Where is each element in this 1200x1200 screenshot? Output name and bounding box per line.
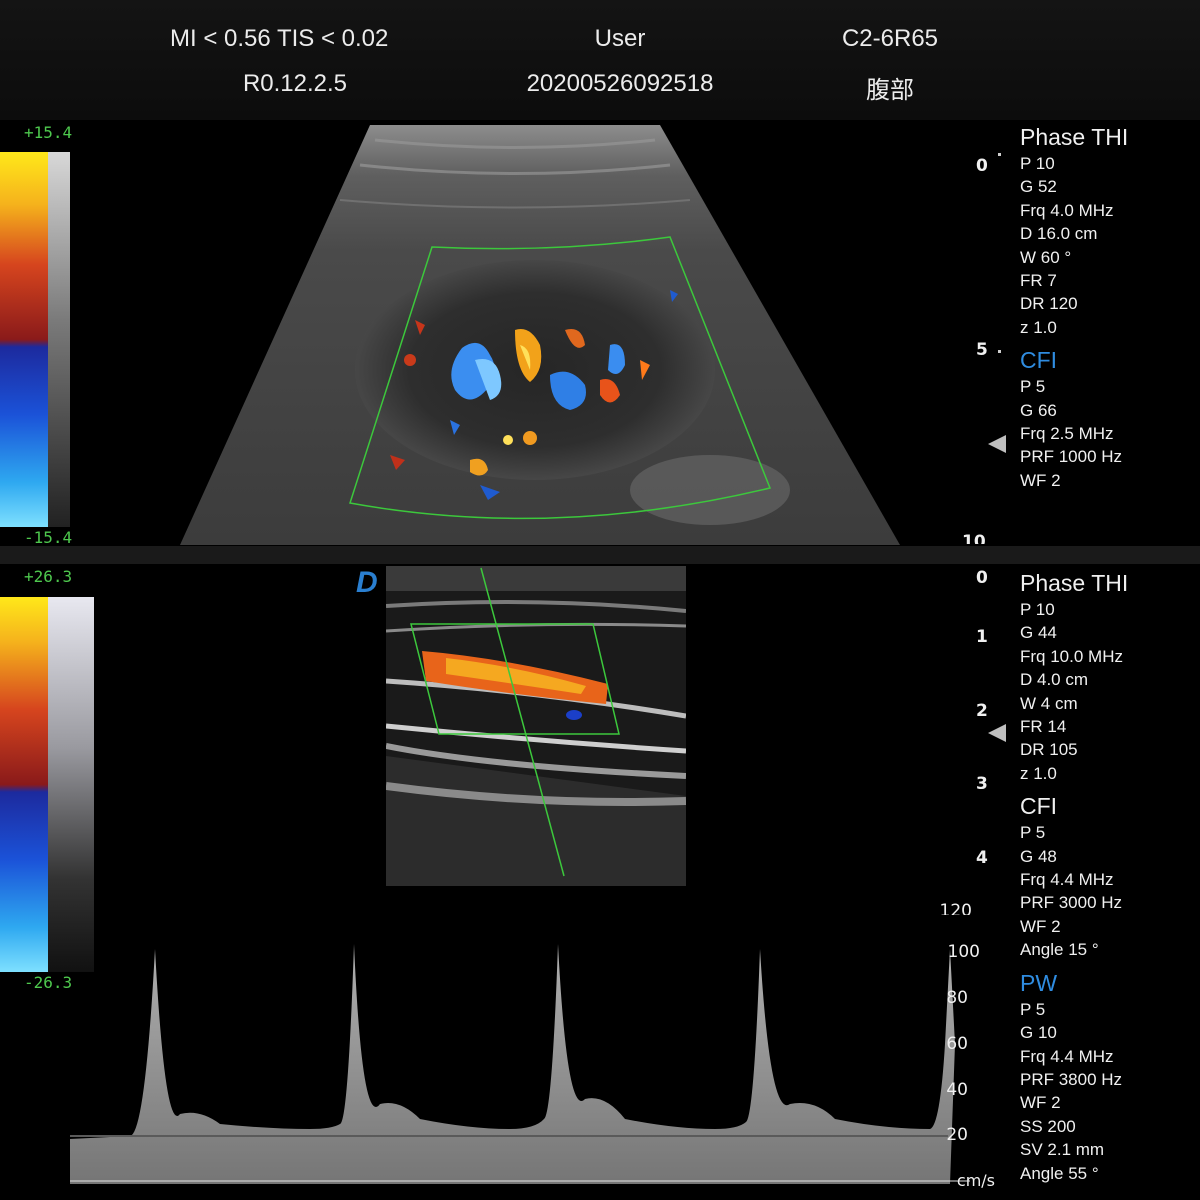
cfi-param-power: P 5 [1020,823,1046,843]
phase-thi-title: Phase THI [1020,570,1129,596]
param-dynamic-range: DR 120 [1020,294,1078,314]
color-roi-box [349,236,772,520]
mi-tis-readout: MI < 0.56 TIS < 0.02 [170,25,389,52]
cfi-param-wall-filter: WF 2 [1020,916,1061,936]
info-header: MI < 0.56 TIS < 0.02 R0.12.2.5 User 2020… [0,0,1200,120]
param-frequency: Frq 4.0 MHz [1020,200,1114,220]
pw-title: PW [1020,969,1058,996]
param-dynamic-range: DR 105 [1020,740,1078,760]
param-zoom: z 1.0 [1020,317,1057,337]
top-color-bar-max: +15.4 [24,123,73,142]
param-depth: D 4.0 cm [1020,670,1089,690]
velocity-unit: cm/s [956,1171,995,1190]
top-gray-scale-bar [48,152,70,527]
bottom-depth-label-1: 1 [976,627,988,647]
velocity-label-80: 80 [946,988,968,1008]
velocity-label-100: 100 [947,942,980,962]
phase-thi-title: Phase THI [1020,124,1129,150]
study-id: 20200526092518 [526,70,714,97]
cfi-param-frequency: Frq 4.4 MHz [1020,870,1114,890]
cfi-param-prf: PRF 1000 Hz [1020,447,1123,467]
pw-param-prf: PRF 3800 Hz [1020,1069,1123,1089]
bottom-color-bar-max: +26.3 [24,567,73,586]
preset-name: 腹部 [866,77,914,104]
pw-param-sweep-speed: SS 200 [1020,1116,1076,1136]
pw-param-sample-volume: SV 2.1 mm [1020,1140,1105,1160]
user-label: User [594,25,646,52]
cfi-param-wall-filter: WF 2 [1020,470,1061,490]
param-frequency: Frq 10.0 MHz [1020,646,1123,666]
cfi-param-prf: PRF 3000 Hz [1020,893,1123,913]
param-width: W 4 cm [1020,693,1078,713]
bottom-depth-label-0: 0 [976,568,988,588]
velocity-label-60: 60 [946,1034,968,1054]
bottom-image-view: +26.3 -26.3 D 0 1 2 3 4 120 100 80 60 40… [0,564,1200,1200]
param-depth: D 16.0 cm [1020,224,1098,244]
cfi-param-gain: G 66 [1020,400,1057,420]
param-zoom: z 1.0 [1020,763,1057,783]
scale-tick [998,350,1001,353]
param-frame-rate: FR 7 [1020,271,1057,291]
top-color-velocity-bar [0,152,48,527]
velocity-label-120: 120 [939,901,972,915]
top-parameter-panel: Phase THI P 10 G 52 Frq 4.0 MHz D 16.0 c… [1020,122,1190,492]
focus-marker[interactable] [988,435,1006,453]
scale-tick [998,153,1001,156]
param-frame-rate: FR 14 [1020,717,1067,737]
pw-param-frequency: Frq 4.4 MHz [1020,1046,1114,1066]
top-depth-label-10: 10 [962,532,986,544]
cfi-param-angle: Angle 15 ° [1020,940,1099,960]
top-depth-label-5: 5 [976,340,988,360]
bottom-depth-label-3: 3 [976,774,988,794]
param-power: P 10 [1020,600,1055,619]
focus-marker[interactable] [988,724,1006,742]
param-power: P 10 [1020,154,1055,173]
velocity-label-20: 20 [946,1125,968,1145]
pw-param-power: P 5 [1020,999,1046,1019]
param-width: W 60 ° [1020,247,1072,267]
cfi-param-gain: G 48 [1020,846,1057,866]
linear-ultrasound-image [386,566,686,886]
cfi-title: CFI [1020,793,1058,820]
cfi-param-power: P 5 [1020,377,1046,397]
param-gain: G 44 [1020,623,1057,643]
doppler-mode-logo: D [356,566,378,599]
view-divider [0,546,1200,564]
velocity-label-40: 40 [946,1080,968,1100]
bottom-parameter-panel: Phase THI P 10 G 44 Frq 10.0 MHz D 4.0 c… [1020,568,1190,1185]
top-depth-label-0: 0 [976,156,988,176]
cfi-title: CFI [1020,347,1058,374]
bottom-color-velocity-bar [0,597,48,972]
top-image-view: +15.4 -15.4 D [0,120,1200,547]
bottom-depth-label-4: 4 [976,848,988,868]
param-gain: G 52 [1020,177,1057,197]
bottom-depth-label-2: 2 [976,701,988,721]
pw-param-wall-filter: WF 2 [1020,1093,1061,1113]
pw-spectral-waveform [70,944,970,1184]
pw-param-gain: G 10 [1020,1023,1057,1043]
top-color-bar-min: -15.4 [24,528,73,547]
cfi-param-frequency: Frq 2.5 MHz [1020,424,1114,444]
software-version: R0.12.2.5 [242,70,348,97]
probe-name: C2-6R65 [841,25,939,52]
bottom-color-bar-min: -26.3 [24,973,73,992]
pw-param-angle: Angle 55 ° [1020,1163,1099,1183]
